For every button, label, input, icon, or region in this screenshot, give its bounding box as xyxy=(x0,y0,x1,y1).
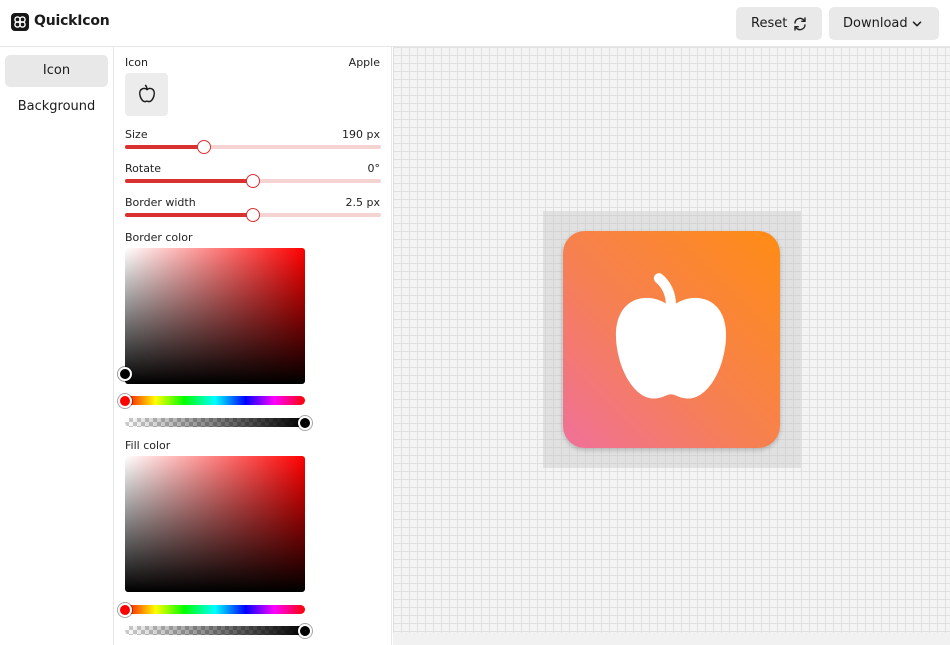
fill-color-hue-thumb[interactable] xyxy=(118,603,132,617)
fill-color-hue-slider[interactable] xyxy=(118,603,305,617)
icon-label: Icon xyxy=(125,56,148,69)
preview-canvas xyxy=(393,47,950,633)
icon-tile xyxy=(563,231,780,448)
reset-button-label: Reset xyxy=(751,16,788,31)
top-bar: QuickIcon Reset Download xyxy=(0,0,950,47)
alpha-gradient xyxy=(125,626,305,635)
fill-color-alpha-thumb[interactable] xyxy=(298,624,312,638)
download-button-label: Download xyxy=(843,16,908,31)
border-color-saturation-picker[interactable] xyxy=(118,248,305,384)
chevron-down-icon xyxy=(911,18,923,34)
app-logo-icon xyxy=(11,13,29,31)
border-color-alpha-thumb[interactable] xyxy=(298,416,312,430)
fill-color-alpha-slider[interactable] xyxy=(125,624,312,638)
rotate-slider-fill xyxy=(125,179,253,183)
border-width-slider-thumb[interactable] xyxy=(246,208,260,222)
rotate-slider[interactable] xyxy=(125,174,381,188)
apple-icon xyxy=(139,84,155,103)
border-color-label: Border color xyxy=(125,231,193,244)
fill-color-label: Fill color xyxy=(125,439,171,452)
alpha-gradient xyxy=(125,418,305,427)
reset-button[interactable]: Reset xyxy=(736,7,822,40)
size-slider-fill xyxy=(125,145,204,149)
size-slider[interactable] xyxy=(125,140,381,154)
sidebar-nav: Icon Background xyxy=(0,47,114,645)
apple-icon xyxy=(615,273,727,399)
border-width-slider-fill xyxy=(125,213,253,217)
icon-name: Apple xyxy=(348,56,380,69)
border-color-hue-slider[interactable] xyxy=(118,394,305,408)
border-color-alpha-slider[interactable] xyxy=(125,416,312,430)
nav-item-icon[interactable]: Icon xyxy=(5,55,108,87)
app-title: QuickIcon xyxy=(34,13,110,29)
size-slider-thumb[interactable] xyxy=(197,140,211,154)
icon-frame xyxy=(543,211,801,468)
download-button[interactable]: Download xyxy=(829,7,939,40)
border-width-slider[interactable] xyxy=(125,208,381,222)
refresh-icon xyxy=(792,16,808,36)
icon-picker-button[interactable] xyxy=(125,73,168,116)
settings-panel: Icon Apple Size 190 px Rotate 0° Border … xyxy=(115,47,392,645)
border-color-picker-thumb[interactable] xyxy=(118,367,132,381)
canvas-footer xyxy=(393,633,950,645)
rotate-slider-thumb[interactable] xyxy=(246,174,260,188)
border-color-hue-thumb[interactable] xyxy=(118,394,132,408)
fill-color-saturation-picker[interactable] xyxy=(125,456,305,592)
nav-item-background[interactable]: Background xyxy=(5,91,108,123)
